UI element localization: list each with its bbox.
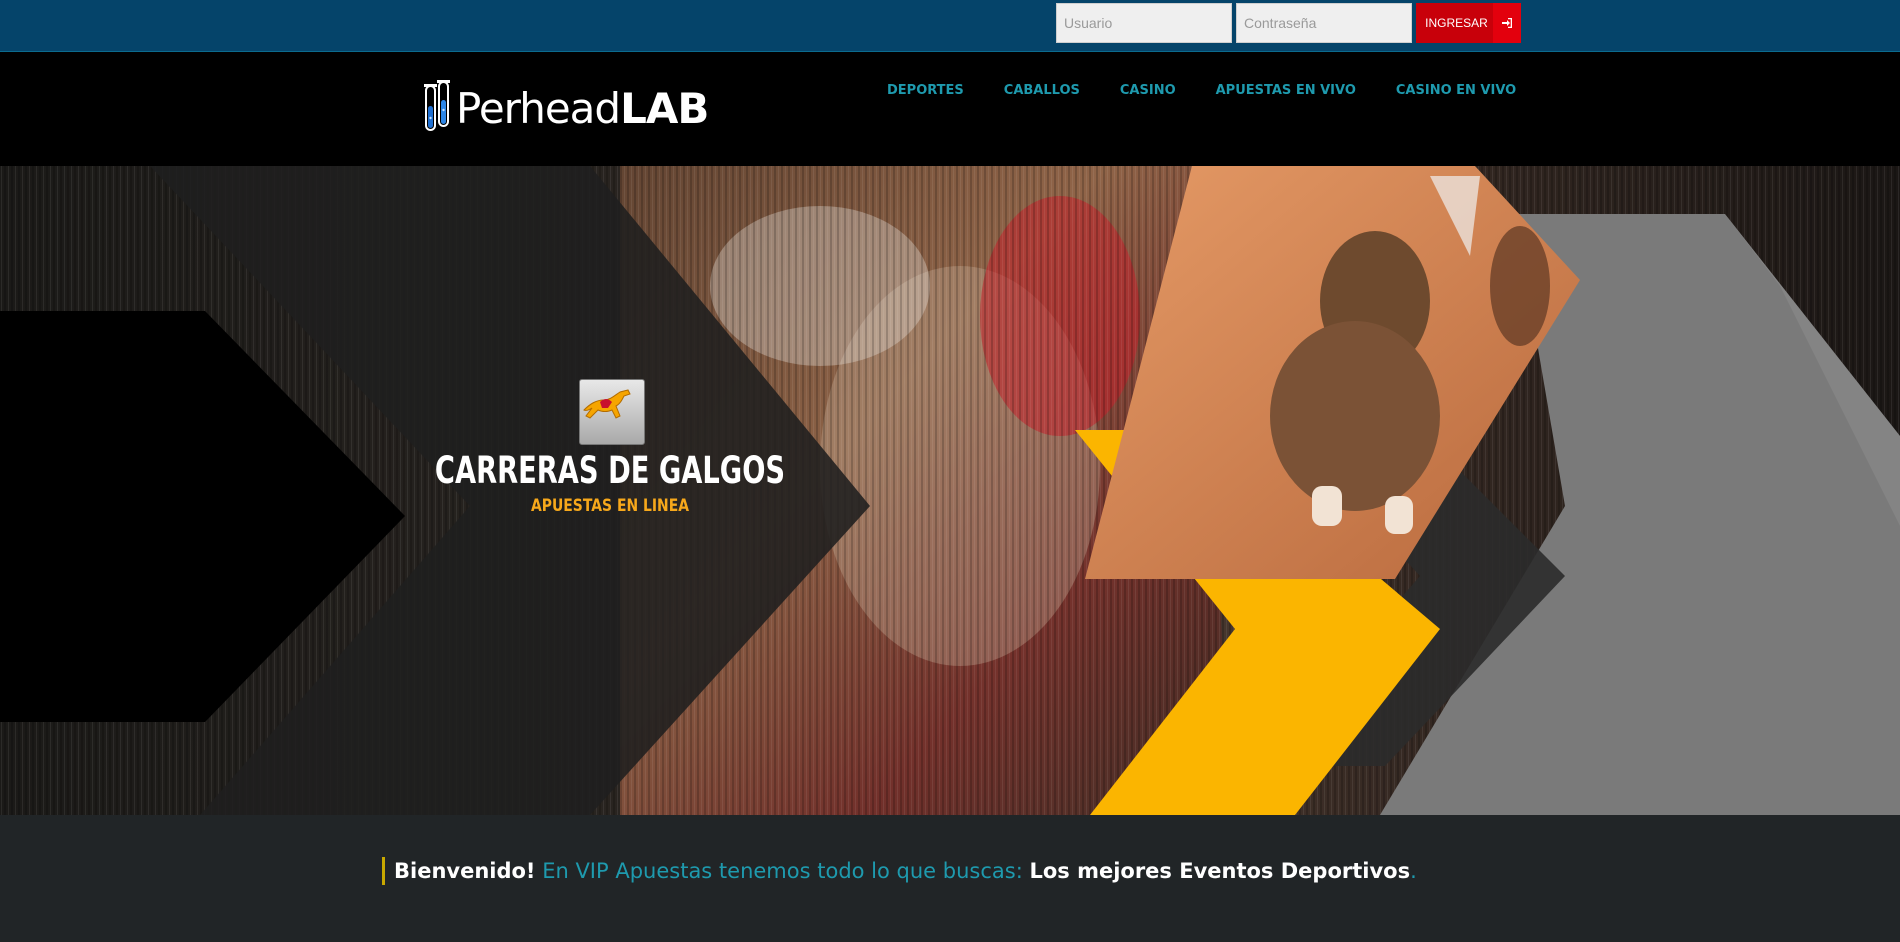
- login-button-label: INGRESAR: [1425, 16, 1488, 30]
- site-logo[interactable]: PerheadLAB: [424, 80, 709, 137]
- logo-text-bold: LAB: [620, 84, 709, 133]
- password-input[interactable]: [1236, 3, 1412, 43]
- login-button[interactable]: INGRESAR: [1416, 3, 1521, 43]
- hero-subtitle: APUESTAS EN LINEA: [530, 496, 690, 516]
- welcome-end: .: [1410, 859, 1417, 883]
- hero-banner: CARRERAS DE GALGOS APUESTAS EN LINEA: [0, 166, 1900, 815]
- welcome-body: En VIP Apuestas tenemos todo lo que busc…: [535, 859, 1030, 883]
- site-header: PerheadLAB DEPORTES CABALLOS CASINO APUE…: [0, 53, 1900, 166]
- logo-text: PerheadLAB: [456, 84, 709, 133]
- hero-background: [0, 166, 1900, 815]
- logo-text-regular: Perhead: [456, 84, 621, 133]
- nav-item-apuestas-en-vivo[interactable]: APUESTAS EN VIVO: [1196, 83, 1376, 98]
- username-input[interactable]: [1056, 3, 1232, 43]
- hero-title: CARRERAS DE GALGOS: [434, 449, 786, 492]
- nav-item-casino[interactable]: CASINO: [1100, 83, 1196, 98]
- top-login-bar: INGRESAR: [0, 0, 1900, 52]
- greyhound-icon: [579, 379, 645, 445]
- login-form: INGRESAR: [1056, 3, 1521, 43]
- nav-item-casino-en-vivo[interactable]: CASINO EN VIVO: [1376, 83, 1536, 98]
- welcome-strip: Bienvenido! En VIP Apuestas tenemos todo…: [0, 815, 1900, 942]
- welcome-highlight: Los mejores Eventos Deportivos: [1029, 859, 1411, 883]
- welcome-message: Bienvenido! En VIP Apuestas tenemos todo…: [394, 857, 1417, 885]
- sign-in-icon: [1493, 3, 1521, 43]
- main-nav: DEPORTES CABALLOS CASINO APUESTAS EN VIV…: [867, 83, 1536, 98]
- nav-item-deportes[interactable]: DEPORTES: [867, 83, 984, 98]
- welcome-greeting: Bienvenido!: [394, 859, 536, 883]
- test-tubes-icon: [424, 80, 454, 137]
- nav-item-caballos[interactable]: CABALLOS: [984, 83, 1100, 98]
- welcome-accent-bar: [382, 857, 385, 885]
